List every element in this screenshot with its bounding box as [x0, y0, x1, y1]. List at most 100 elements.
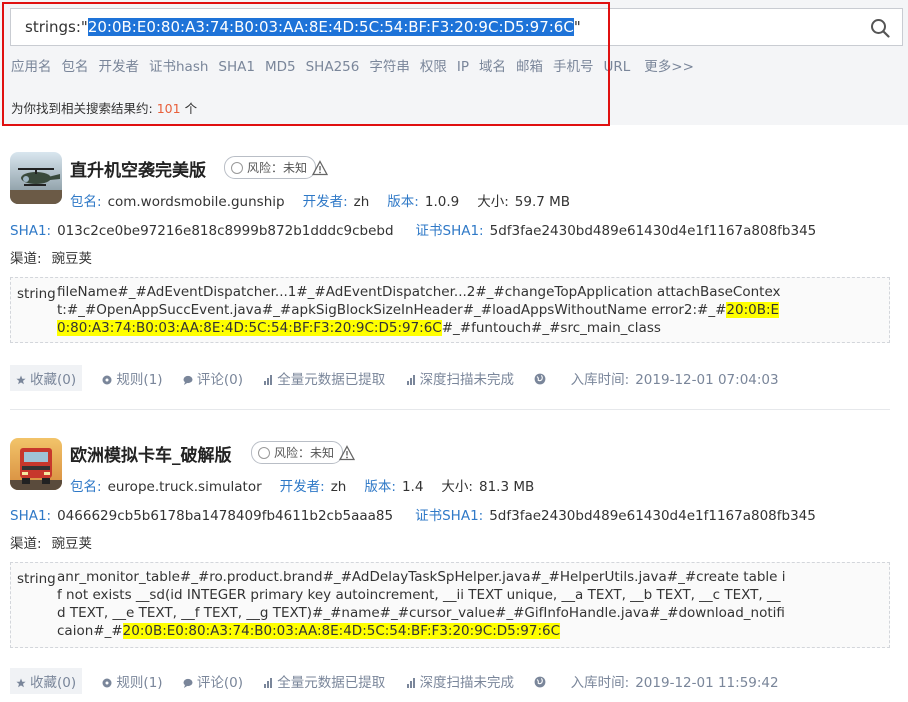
- app-name[interactable]: 欧洲模拟卡车_破解版: [70, 441, 232, 466]
- collect-label: 收藏(0): [30, 372, 77, 388]
- cert-sha1-label: 证书SHA1:: [415, 223, 484, 239]
- channel-row: 渠道: 豌豆荚: [10, 247, 110, 267]
- size-value: 59.7 MB: [514, 194, 571, 210]
- comment-icon: [183, 678, 193, 688]
- risk-label: 风险：未知: [274, 446, 335, 460]
- string-content: anr_monitor_table#_#ro.product.brand#_#A…: [57, 568, 787, 640]
- string-label: string: [17, 571, 56, 587]
- warning-icon[interactable]: [339, 445, 355, 461]
- ingest-time-label: 入库时间:: [570, 675, 630, 691]
- channel-value: 豌豆荚: [51, 536, 93, 552]
- action-bar: 收藏(0) 规则(1) 评论(0) 全量元数据已提取 深度扫描未完成 入库时间:…: [10, 668, 795, 694]
- cert-sha1-value[interactable]: 5df3fae2430bd489e61430d4e1f1167a808fb345: [489, 508, 816, 524]
- package-label: 包名:: [70, 194, 102, 210]
- channel-row: 渠道: 豌豆荚: [10, 532, 110, 552]
- package-label: 包名:: [70, 479, 102, 495]
- string-before: fileName#_#AdEventDispatcher...1#_#AdEve…: [57, 284, 781, 318]
- rules-icon: [102, 678, 112, 688]
- deep-scan-label: 深度扫描未完成: [419, 675, 515, 691]
- ingest-time: 入库时间: 2019-12-01 11:59:42: [571, 671, 779, 691]
- string-after: #_#funtouch#_#src_main_class: [441, 320, 661, 336]
- deep-scan-label: 深度扫描未完成: [419, 372, 515, 388]
- string-content: fileName#_#AdEventDispatcher...1#_#AdEve…: [57, 283, 787, 337]
- result-item: 直升机空袭完美版 风险：未知 包名: com.wordsmobile.gunshi…: [0, 140, 908, 405]
- globe-button[interactable]: [534, 675, 550, 691]
- ingest-time-value: 2019-12-01 11:59:42: [635, 675, 779, 691]
- developer-value[interactable]: zh: [354, 194, 370, 210]
- divider: [10, 409, 890, 410]
- rules-button[interactable]: 规则(1): [102, 671, 163, 691]
- tab-more[interactable]: 更多>>: [644, 59, 694, 75]
- version-value: 1.4: [401, 479, 424, 495]
- globe-icon: [534, 676, 546, 688]
- deep-scan-status: 深度扫描未完成: [406, 368, 515, 388]
- risk-badge: 风险：未知: [251, 441, 344, 464]
- developer-label: 开发者:: [279, 479, 325, 495]
- metadata-status: 全量元数据已提取: [263, 671, 385, 691]
- channel-label: 渠道:: [10, 251, 42, 267]
- star-icon: [16, 678, 26, 688]
- string-match-highlight: 20:0B:E0:80:A3:74:B0:03:AA:8E:4D:5C:54:B…: [122, 623, 561, 639]
- highlight-box: [2, 2, 610, 126]
- version-label: 版本:: [387, 194, 419, 210]
- string-match-box: string fileName#_#AdEventDispatcher...1#…: [10, 277, 890, 343]
- app-name[interactable]: 直升机空袭完美版: [70, 156, 206, 181]
- bar-chart-icon: [264, 678, 273, 688]
- star-icon: [16, 375, 26, 385]
- rules-button[interactable]: 规则(1): [102, 368, 163, 388]
- size-value: 81.3 MB: [478, 479, 535, 495]
- app-icon-truck[interactable]: [10, 438, 62, 490]
- metadata-status: 全量元数据已提取: [263, 368, 385, 388]
- deep-scan-status: 深度扫描未完成: [406, 671, 515, 691]
- comments-label: 评论(0): [196, 675, 243, 691]
- sha1-label: SHA1:: [10, 223, 52, 239]
- app-meta-row: 包名: com.wordsmobile.gunship 开发者: zh 版本: 1.0.9…: [70, 190, 588, 210]
- string-label: string: [17, 286, 56, 302]
- hash-row: SHA1: 013c2ce0be97216e818c8999b872b1dddc9…: [10, 219, 834, 239]
- risk-label: 风险：未知: [247, 161, 308, 175]
- collect-label: 收藏(0): [30, 675, 77, 691]
- app-icon-helicopter[interactable]: [10, 152, 62, 204]
- ingest-time-label: 入库时间:: [570, 372, 630, 388]
- comments-button[interactable]: 评论(0): [183, 368, 243, 388]
- globe-icon: [534, 373, 546, 385]
- result-item: 欧洲模拟卡车_破解版 风险：未知 包名: europe.truck.simulat…: [0, 425, 908, 702]
- bar-chart-icon: [406, 678, 415, 688]
- developer-label: 开发者:: [302, 194, 348, 210]
- warning-icon[interactable]: [312, 160, 328, 176]
- rules-icon: [102, 375, 112, 385]
- developer-value[interactable]: zh: [331, 479, 347, 495]
- cert-sha1-value[interactable]: 5df3fae2430bd489e61430d4e1f1167a808fb345: [490, 223, 817, 239]
- channel-label: 渠道:: [10, 536, 42, 552]
- collect-button[interactable]: 收藏(0): [10, 365, 83, 391]
- action-bar: 收藏(0) 规则(1) 评论(0) 全量元数据已提取 深度扫描未完成 入库时间:…: [10, 365, 795, 391]
- risk-icon: [231, 162, 243, 174]
- comments-button[interactable]: 评论(0): [183, 671, 243, 691]
- hash-row: SHA1: 0466629cb5b6178ba1478409fb4611b2cb5…: [10, 504, 834, 524]
- search-icon[interactable]: [870, 18, 890, 38]
- globe-button[interactable]: [534, 372, 550, 388]
- rules-label: 规则(1): [116, 372, 163, 388]
- rules-label: 规则(1): [116, 675, 163, 691]
- package-value[interactable]: com.wordsmobile.gunship: [108, 194, 285, 210]
- metadata-label: 全量元数据已提取: [277, 372, 386, 388]
- size-label: 大小:: [441, 479, 473, 495]
- version-label: 版本:: [364, 479, 396, 495]
- bar-chart-icon: [406, 375, 415, 385]
- ingest-time-value: 2019-12-01 07:04:03: [635, 372, 779, 388]
- comments-label: 评论(0): [196, 372, 243, 388]
- risk-icon: [258, 447, 270, 459]
- package-value[interactable]: europe.truck.simulator: [108, 479, 262, 495]
- cert-sha1-label: 证书SHA1:: [415, 508, 484, 524]
- sha1-value[interactable]: 013c2ce0be97216e818c8999b872b1dddc9cbebd: [57, 223, 393, 239]
- bar-chart-icon: [264, 375, 273, 385]
- comment-icon: [183, 375, 193, 385]
- size-label: 大小:: [477, 194, 509, 210]
- sha1-value[interactable]: 0466629cb5b6178ba1478409fb4611b2cb5aaa85: [57, 508, 393, 524]
- metadata-label: 全量元数据已提取: [277, 675, 386, 691]
- collect-button[interactable]: 收藏(0): [10, 668, 83, 694]
- string-match-box: string anr_monitor_table#_#ro.product.br…: [10, 562, 890, 648]
- app-meta-row: 包名: europe.truck.simulator 开发者: zh 版本: 1.4 大小:…: [70, 475, 552, 495]
- ingest-time: 入库时间: 2019-12-01 07:04:03: [571, 368, 779, 388]
- version-value: 1.0.9: [424, 194, 460, 210]
